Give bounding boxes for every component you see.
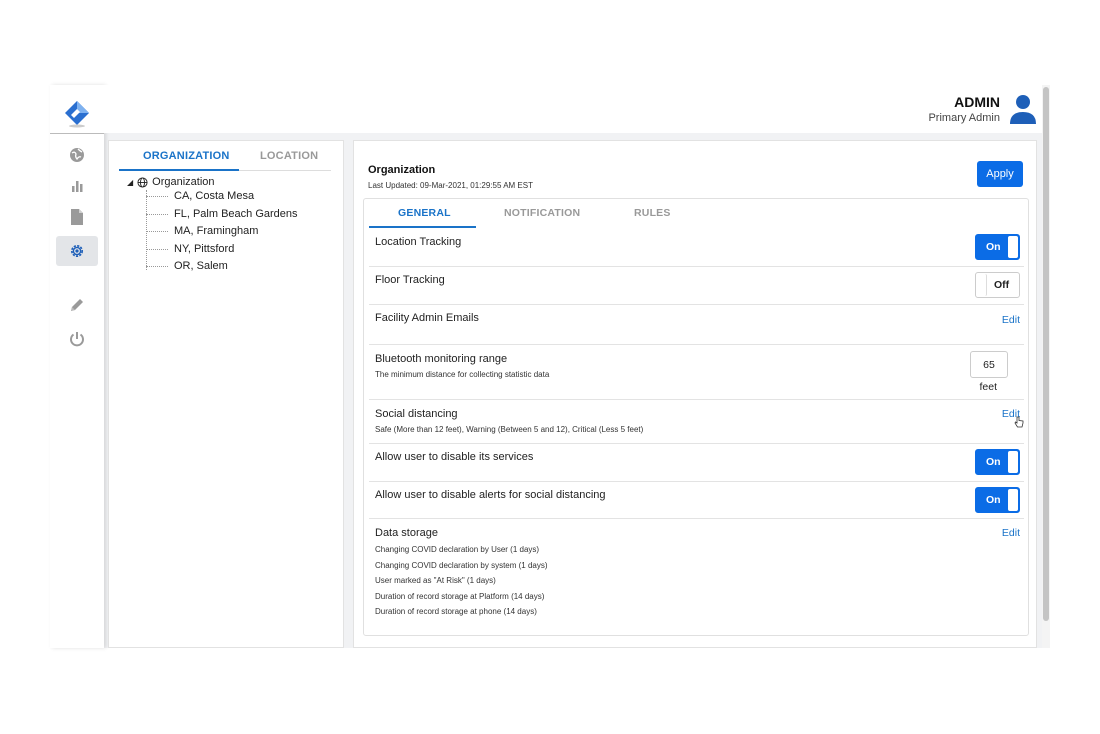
pointer-cursor-icon xyxy=(1014,416,1024,428)
setting-disable-services: Allow user to disable its services On xyxy=(369,444,1024,482)
page-title: Organization xyxy=(368,164,436,176)
edit-admin-emails-link[interactable]: Edit xyxy=(1002,314,1020,326)
page-scrollbar[interactable] xyxy=(1042,85,1050,648)
disable-alerts-toggle[interactable]: On xyxy=(975,487,1020,513)
top-bar: ADMIN Primary Admin xyxy=(104,85,1042,133)
setting-floor-tracking: Floor Tracking Off xyxy=(369,267,1024,305)
setting-location-tracking: Location Tracking On xyxy=(369,229,1024,267)
floor-tracking-toggle[interactable]: Off xyxy=(975,272,1020,298)
globe-icon xyxy=(70,148,84,162)
storage-item: User marked as "At Risk" (1 days) xyxy=(375,576,496,585)
settings-card: GENERAL NOTIFICATION RULES Location Trac… xyxy=(363,198,1029,636)
toggle-state: Off xyxy=(994,279,1010,291)
rail-item-logout[interactable] xyxy=(56,324,98,354)
admin-name: ADMIN xyxy=(954,94,1000,110)
setting-data-storage: Data storage Edit Changing COVID declara… xyxy=(369,519,1024,631)
rail-item-settings[interactable] xyxy=(56,236,98,266)
bar-chart-icon xyxy=(72,181,83,192)
tree-node-label: MA, Framingham xyxy=(174,225,259,237)
setting-label: Bluetooth monitoring range xyxy=(375,353,508,365)
tree-node[interactable]: CA, Costa Mesa xyxy=(146,188,254,204)
scrollbar-thumb[interactable] xyxy=(1043,87,1049,621)
organization-tree-panel: ORGANIZATION LOCATION ◢ Organization CA,… xyxy=(108,140,344,648)
gear-icon xyxy=(71,245,83,257)
tab-location[interactable]: LOCATION xyxy=(260,150,318,162)
document-icon xyxy=(71,209,83,225)
tree-node[interactable]: FL, Palm Beach Gardens xyxy=(146,206,298,222)
location-tracking-toggle[interactable]: On xyxy=(975,234,1020,260)
bluetooth-range-input[interactable] xyxy=(970,351,1008,378)
tree-node-label: NY, Pittsford xyxy=(174,243,235,255)
rail-item-edit[interactable] xyxy=(56,290,98,320)
pencil-icon xyxy=(71,299,83,311)
toggle-state: On xyxy=(986,241,1001,253)
tab-active-indicator xyxy=(119,169,239,171)
storage-item: Changing COVID declaration by system (1 … xyxy=(375,561,548,570)
setting-social-distancing: Social distancing Safe (More than 12 fee… xyxy=(369,400,1024,444)
rail-divider xyxy=(50,133,104,134)
tree-node[interactable]: MA, Framingham xyxy=(146,223,258,239)
app-logo-icon[interactable] xyxy=(62,99,92,129)
tree-root-label: Organization xyxy=(152,176,215,188)
power-icon xyxy=(70,332,84,347)
tab-active-indicator xyxy=(369,226,476,228)
toggle-knob xyxy=(1008,489,1018,511)
settings-tabs: GENERAL NOTIFICATION RULES xyxy=(364,199,1028,229)
tab-notification[interactable]: NOTIFICATION xyxy=(504,207,580,219)
tab-rules[interactable]: RULES xyxy=(634,207,671,219)
setting-label: Location Tracking xyxy=(375,236,462,248)
tree-node[interactable]: OR, Salem xyxy=(146,258,228,274)
tree-node-label: OR, Salem xyxy=(174,260,228,272)
setting-label: Facility Admin Emails xyxy=(375,312,479,324)
tree-node[interactable]: NY, Pittsford xyxy=(146,241,234,257)
setting-label: Allow user to disable its services xyxy=(375,451,534,463)
setting-label: Allow user to disable alerts for social … xyxy=(375,489,606,501)
setting-label: Floor Tracking xyxy=(375,274,445,286)
range-unit-label: feet xyxy=(979,381,997,393)
edit-data-storage-link[interactable]: Edit xyxy=(1002,527,1020,539)
last-updated-text: Last Updated: 09-Mar-2021, 01:29:55 AM E… xyxy=(368,181,533,190)
globe-icon xyxy=(137,176,148,188)
apply-button[interactable]: Apply xyxy=(977,161,1023,187)
tab-general[interactable]: GENERAL xyxy=(398,207,451,219)
admin-role: Primary Admin xyxy=(928,112,1000,124)
settings-panel: Organization Last Updated: 09-Mar-2021, … xyxy=(353,140,1037,648)
collapse-caret-icon[interactable]: ◢ xyxy=(127,178,133,187)
app-window: ADMIN Primary Admin ORGANIZATION LOCATIO… xyxy=(50,85,1050,648)
setting-description: The minimum distance for collecting stat… xyxy=(375,370,550,379)
storage-item: Duration of record storage at phone (14 … xyxy=(375,607,537,616)
user-avatar-icon[interactable] xyxy=(1008,93,1038,125)
tab-organization[interactable]: ORGANIZATION xyxy=(143,150,230,162)
disable-services-toggle[interactable]: On xyxy=(975,449,1020,475)
toggle-knob xyxy=(1008,236,1018,258)
setting-facility-admin-emails: Facility Admin Emails Edit xyxy=(369,305,1024,345)
setting-label: Data storage xyxy=(375,527,438,539)
storage-item: Duration of record storage at Platform (… xyxy=(375,592,545,601)
setting-disable-alerts: Allow user to disable alerts for social … xyxy=(369,482,1024,519)
setting-label: Social distancing xyxy=(375,408,458,420)
rail-item-reports[interactable] xyxy=(56,202,98,232)
toggle-knob xyxy=(977,274,987,296)
tree-tabs: ORGANIZATION LOCATION xyxy=(119,141,331,171)
setting-bluetooth-range: Bluetooth monitoring range The minimum d… xyxy=(369,345,1024,400)
storage-item: Changing COVID declaration by User (1 da… xyxy=(375,545,540,554)
icon-rail xyxy=(50,85,104,648)
rail-item-analytics[interactable] xyxy=(56,171,98,201)
toggle-knob xyxy=(1008,451,1018,473)
tree-node-label: CA, Costa Mesa xyxy=(174,190,255,202)
tree-node-label: FL, Palm Beach Gardens xyxy=(174,208,298,220)
rail-item-locations[interactable] xyxy=(56,140,98,170)
toggle-state: On xyxy=(986,494,1001,506)
toggle-state: On xyxy=(986,456,1001,468)
setting-description: Safe (More than 12 feet), Warning (Betwe… xyxy=(375,425,644,434)
